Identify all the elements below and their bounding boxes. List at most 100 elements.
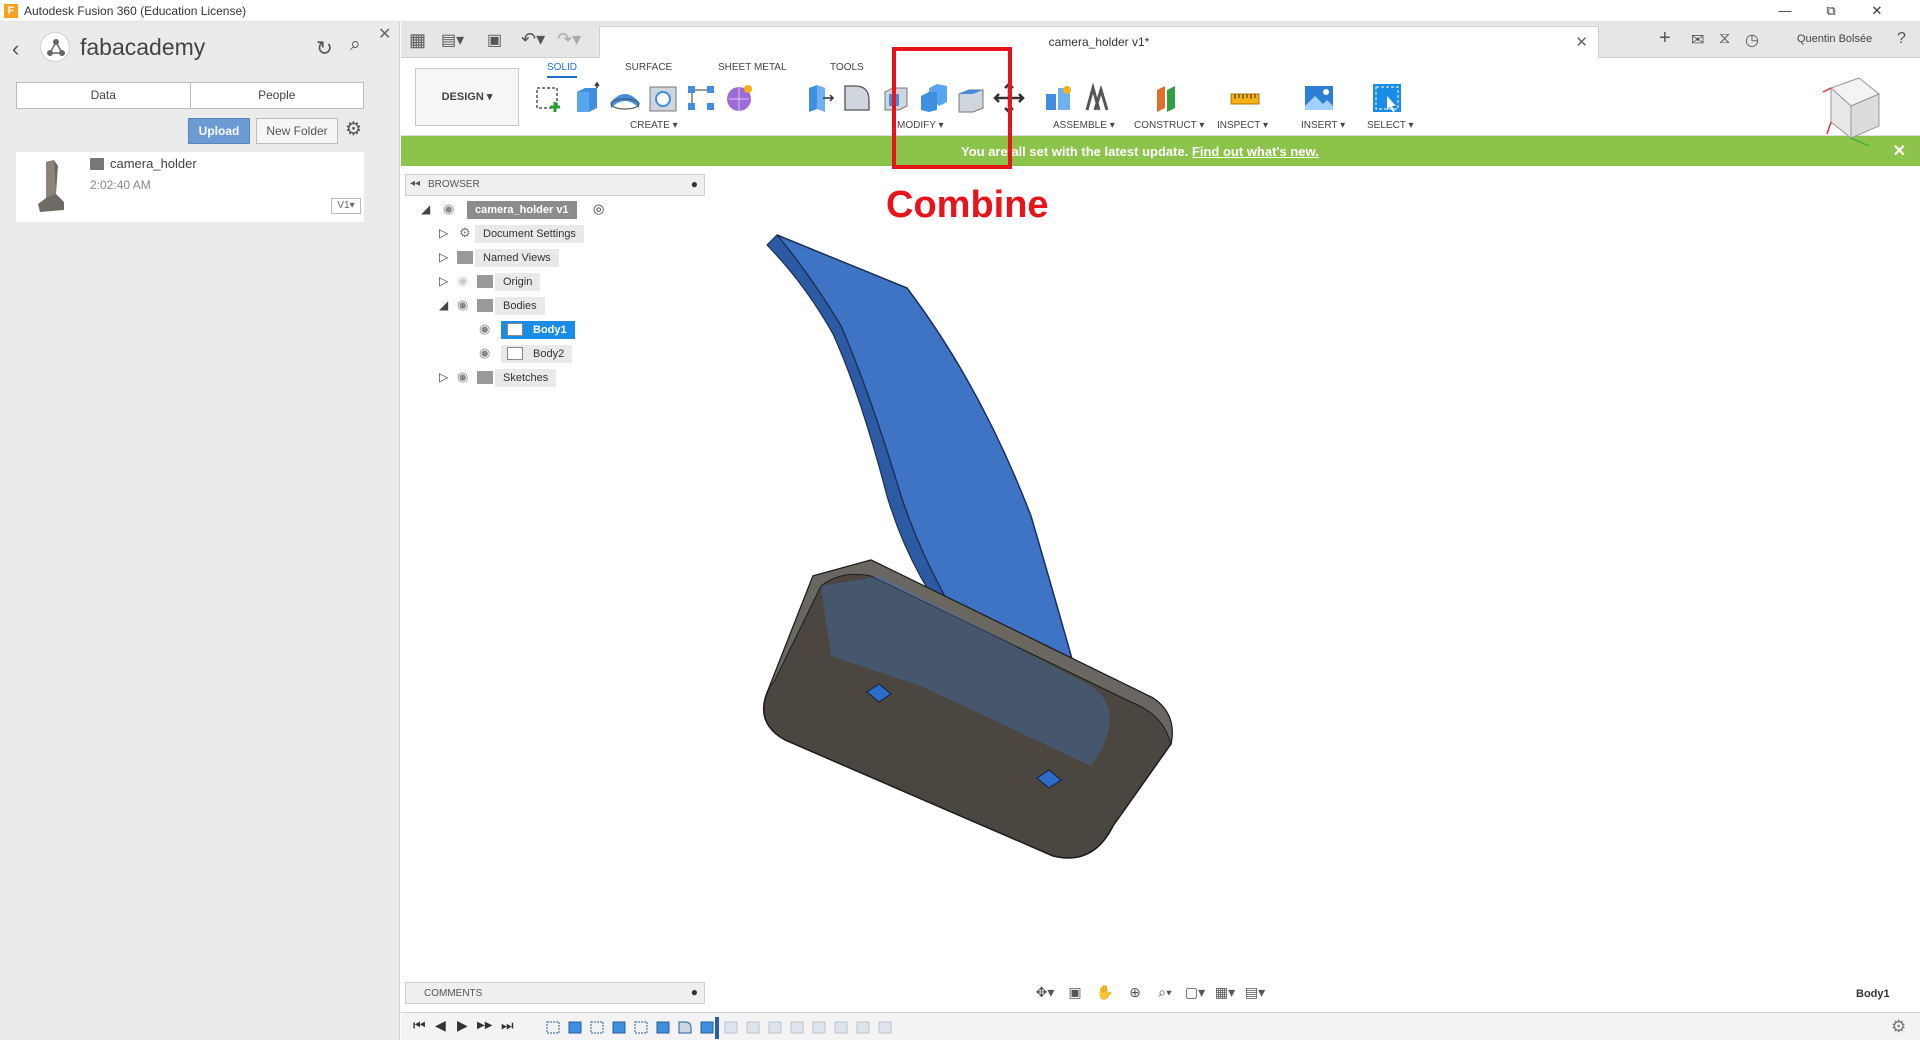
- help-icon[interactable]: ?: [1897, 30, 1906, 48]
- view-cube[interactable]: [1817, 72, 1887, 152]
- tree-item-named-views[interactable]: ▷ Named Views: [439, 248, 599, 267]
- tab-data[interactable]: Data: [17, 83, 190, 108]
- construct-menu[interactable]: CONSTRUCT ▾: [1134, 120, 1204, 131]
- redo-icon[interactable]: ↷▾: [557, 29, 581, 50]
- fillet-icon[interactable]: [841, 82, 873, 114]
- press-pull-icon[interactable]: [803, 82, 835, 114]
- insert-menu[interactable]: INSERT ▾: [1301, 120, 1345, 131]
- expand-arrow-icon[interactable]: ▷: [439, 226, 448, 240]
- hole-icon[interactable]: [647, 82, 679, 114]
- tree-item-root[interactable]: ◢ ◉ camera_holder v1 ◎: [421, 200, 604, 219]
- activate-radio-icon[interactable]: ◎: [593, 201, 604, 217]
- expand-arrow-icon[interactable]: ▷: [439, 274, 448, 288]
- whats-new-link[interactable]: Find out what's new.: [1192, 144, 1319, 159]
- tab-sheet-metal[interactable]: SHEET METAL: [718, 62, 787, 78]
- timeline-play-icon[interactable]: ▶: [457, 1017, 468, 1034]
- close-tab-icon[interactable]: ✕: [1575, 33, 1588, 51]
- upload-button[interactable]: Upload: [188, 118, 250, 144]
- create-menu[interactable]: CREATE ▾: [630, 120, 678, 131]
- form-icon[interactable]: [723, 82, 755, 114]
- eye-icon[interactable]: ◉: [443, 201, 454, 217]
- gear-icon[interactable]: ⚙: [345, 118, 362, 141]
- insert-image-icon[interactable]: [1303, 82, 1335, 114]
- document-tab[interactable]: camera_holder v1* ✕: [599, 26, 1599, 58]
- eye-icon[interactable]: ◉: [457, 297, 468, 313]
- expand-arrow-icon[interactable]: ▷: [439, 370, 448, 384]
- grid-settings-icon[interactable]: ▦▾: [1213, 984, 1237, 1004]
- comments-panel[interactable]: COMMENTS ●: [405, 982, 705, 1004]
- offset-plane-icon[interactable]: [1151, 82, 1183, 114]
- zoom-window-icon[interactable]: ⌕▾: [1153, 984, 1177, 1004]
- pattern-icon[interactable]: [685, 82, 717, 114]
- browser-header[interactable]: ◂◂ BROWSER ●: [405, 174, 705, 196]
- tree-item-sketches[interactable]: ▷ ◉ Sketches: [439, 368, 599, 387]
- restore-button[interactable]: ⧉: [1808, 0, 1854, 22]
- select-menu[interactable]: SELECT ▾: [1367, 120, 1414, 131]
- select-icon[interactable]: [1371, 82, 1403, 114]
- eye-icon[interactable]: ◉: [457, 369, 468, 385]
- timeline-first-icon[interactable]: ⏮: [413, 1017, 426, 1034]
- close-banner-icon[interactable]: ✕: [1893, 141, 1906, 161]
- notification-icon[interactable]: ◷: [1745, 30, 1759, 50]
- chat-icon[interactable]: ✉: [1691, 30, 1704, 50]
- close-panel-icon[interactable]: ✕: [378, 24, 391, 44]
- tab-surface[interactable]: SURFACE: [625, 62, 672, 78]
- tab-tools[interactable]: TOOLS: [830, 62, 864, 78]
- collapse-arrow-icon[interactable]: ◢: [439, 298, 448, 312]
- version-dropdown[interactable]: V1▾: [331, 198, 361, 214]
- pin-icon[interactable]: ●: [691, 177, 698, 191]
- tab-solid[interactable]: SOLID: [547, 62, 578, 78]
- orbit-icon[interactable]: ✥▾: [1033, 984, 1057, 1004]
- look-at-icon[interactable]: ▣: [1063, 984, 1087, 1004]
- viewports-icon[interactable]: ▤▾: [1243, 984, 1267, 1004]
- pin-icon[interactable]: ●: [691, 985, 698, 999]
- workspace-design-button[interactable]: DESIGN ▾: [415, 68, 519, 126]
- save-icon[interactable]: ▣: [487, 30, 502, 50]
- extrude-icon[interactable]: [571, 82, 603, 114]
- navigation-bar: ✥▾ ▣ ✋ ⊕ ⌕▾ ▢▾ ▦▾ ▤▾: [1033, 984, 1267, 1004]
- search-icon[interactable]: ⌕: [350, 34, 361, 56]
- tree-item-body2[interactable]: ◉ Body2: [479, 344, 599, 363]
- user-name[interactable]: Quentin Bolsée: [1797, 33, 1872, 45]
- zoom-icon[interactable]: ⊕: [1123, 984, 1147, 1004]
- job-status-icon[interactable]: ⧖: [1719, 30, 1730, 48]
- measure-icon[interactable]: [1229, 82, 1261, 114]
- assemble-menu[interactable]: ASSEMBLE ▾: [1053, 120, 1115, 131]
- minimize-button[interactable]: —: [1762, 0, 1808, 22]
- file-menu-icon[interactable]: ▤▾: [441, 30, 464, 50]
- hidden-eye-icon[interactable]: ◉: [457, 273, 468, 289]
- display-settings-icon[interactable]: ▢▾: [1183, 984, 1207, 1004]
- pan-icon[interactable]: ✋: [1093, 984, 1117, 1004]
- collapse-arrow-icon[interactable]: ◢: [421, 202, 430, 216]
- tree-item-document-settings[interactable]: ▷ ⚙ Document Settings: [439, 224, 599, 243]
- back-icon[interactable]: ‹: [12, 36, 19, 62]
- 3d-viewport[interactable]: [401, 166, 1920, 976]
- undo-icon[interactable]: ↶▾: [521, 29, 545, 50]
- close-window-button[interactable]: ✕: [1854, 0, 1900, 22]
- create-sketch-icon[interactable]: [533, 82, 565, 114]
- expand-arrow-icon[interactable]: ▷: [439, 250, 448, 264]
- revolve-icon[interactable]: [609, 82, 641, 114]
- refresh-icon[interactable]: ↻: [316, 36, 333, 61]
- new-folder-button[interactable]: New Folder: [256, 118, 338, 144]
- new-component-icon[interactable]: [1043, 82, 1075, 114]
- timeline-features[interactable]: [541, 1015, 941, 1040]
- collapse-icon[interactable]: ◂◂: [410, 178, 420, 189]
- eye-icon[interactable]: ◉: [479, 321, 490, 337]
- inspect-menu[interactable]: INSPECT ▾: [1217, 120, 1268, 131]
- tab-people[interactable]: People: [189, 83, 364, 108]
- timeline-last-icon[interactable]: ⏭: [501, 1017, 514, 1034]
- eye-icon[interactable]: ◉: [479, 345, 490, 361]
- joint-icon[interactable]: [1081, 82, 1113, 114]
- data-panel-toggle-icon[interactable]: ▦: [409, 30, 426, 51]
- tree-item-bodies[interactable]: ◢ ◉ Bodies: [439, 296, 599, 315]
- timeline-next-icon[interactable]: ▶▶: [477, 1020, 492, 1031]
- hub-icon[interactable]: [40, 32, 70, 62]
- new-tab-icon[interactable]: +: [1659, 27, 1671, 50]
- tree-item-body1[interactable]: ◉ Body1: [479, 320, 599, 339]
- combine-highlight-box: [892, 47, 1012, 169]
- timeline-prev-icon[interactable]: ◀: [435, 1017, 446, 1034]
- timeline-settings-icon[interactable]: ⚙: [1891, 1017, 1906, 1037]
- file-card[interactable]: camera_holder 2:02:40 AM V1▾: [16, 152, 364, 222]
- tree-item-origin[interactable]: ▷ ◉ Origin: [439, 272, 599, 291]
